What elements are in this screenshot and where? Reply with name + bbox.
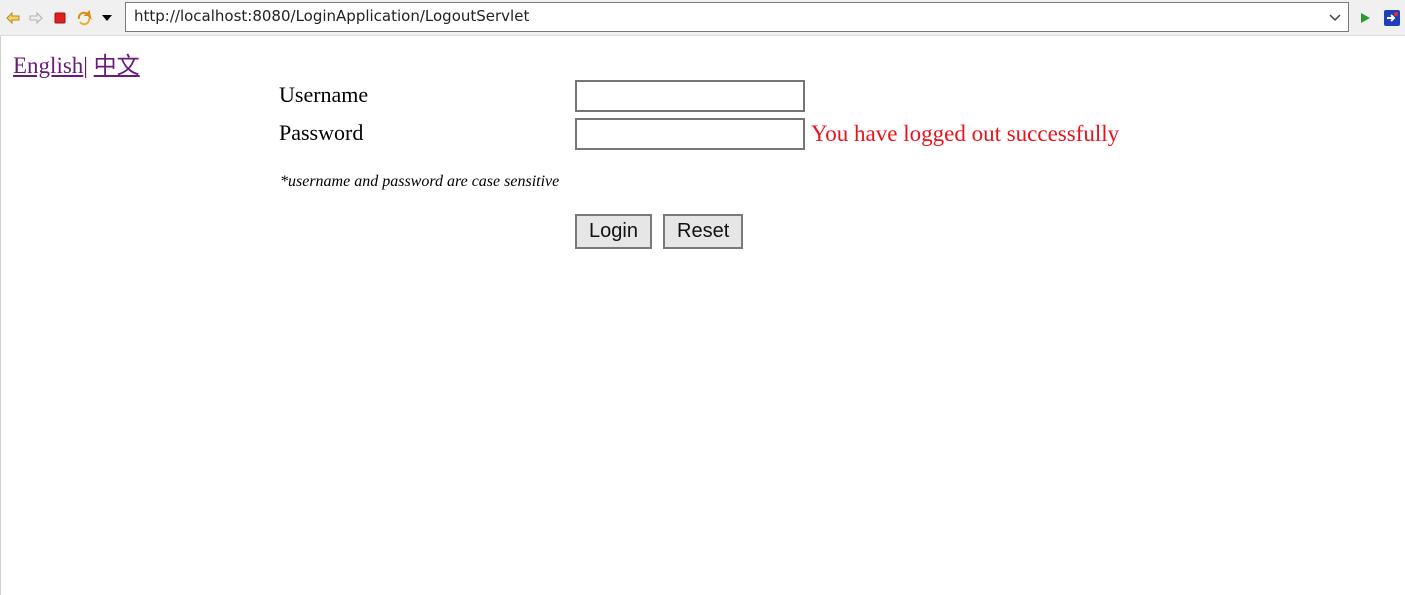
stop-icon[interactable] [51,9,69,27]
language-switcher: English| 中文 [13,46,140,80]
page-content: English| 中文 Username Password You have l… [0,36,1405,595]
english-link[interactable]: English [13,53,83,78]
logout-status-message: You have logged out successfully [811,121,1120,146]
dropdown-triangle-icon[interactable] [98,9,116,27]
go-play-icon[interactable] [1356,9,1374,27]
address-bar[interactable]: http://localhost:8080/LoginApplication/L… [125,2,1349,32]
case-sensitivity-note: *username and password are case sensitiv… [280,173,560,190]
extension-icon[interactable] [1383,9,1401,27]
url-text[interactable]: http://localhost:8080/LoginApplication/L… [134,7,529,25]
forward-arrow-icon[interactable] [27,9,45,27]
chevron-down-icon[interactable] [1328,10,1342,24]
back-arrow-icon[interactable] [4,9,22,27]
language-separator: | [83,53,88,78]
refresh-icon[interactable] [75,9,93,27]
chinese-link[interactable]: 中文 [94,53,140,78]
username-label: Username [279,82,369,107]
login-button[interactable]: Login [575,214,652,249]
reset-button[interactable]: Reset [663,214,744,249]
browser-toolbar: http://localhost:8080/LoginApplication/L… [0,0,1405,36]
password-label: Password [279,120,364,145]
username-input[interactable] [575,80,805,112]
password-input[interactable] [575,118,805,150]
